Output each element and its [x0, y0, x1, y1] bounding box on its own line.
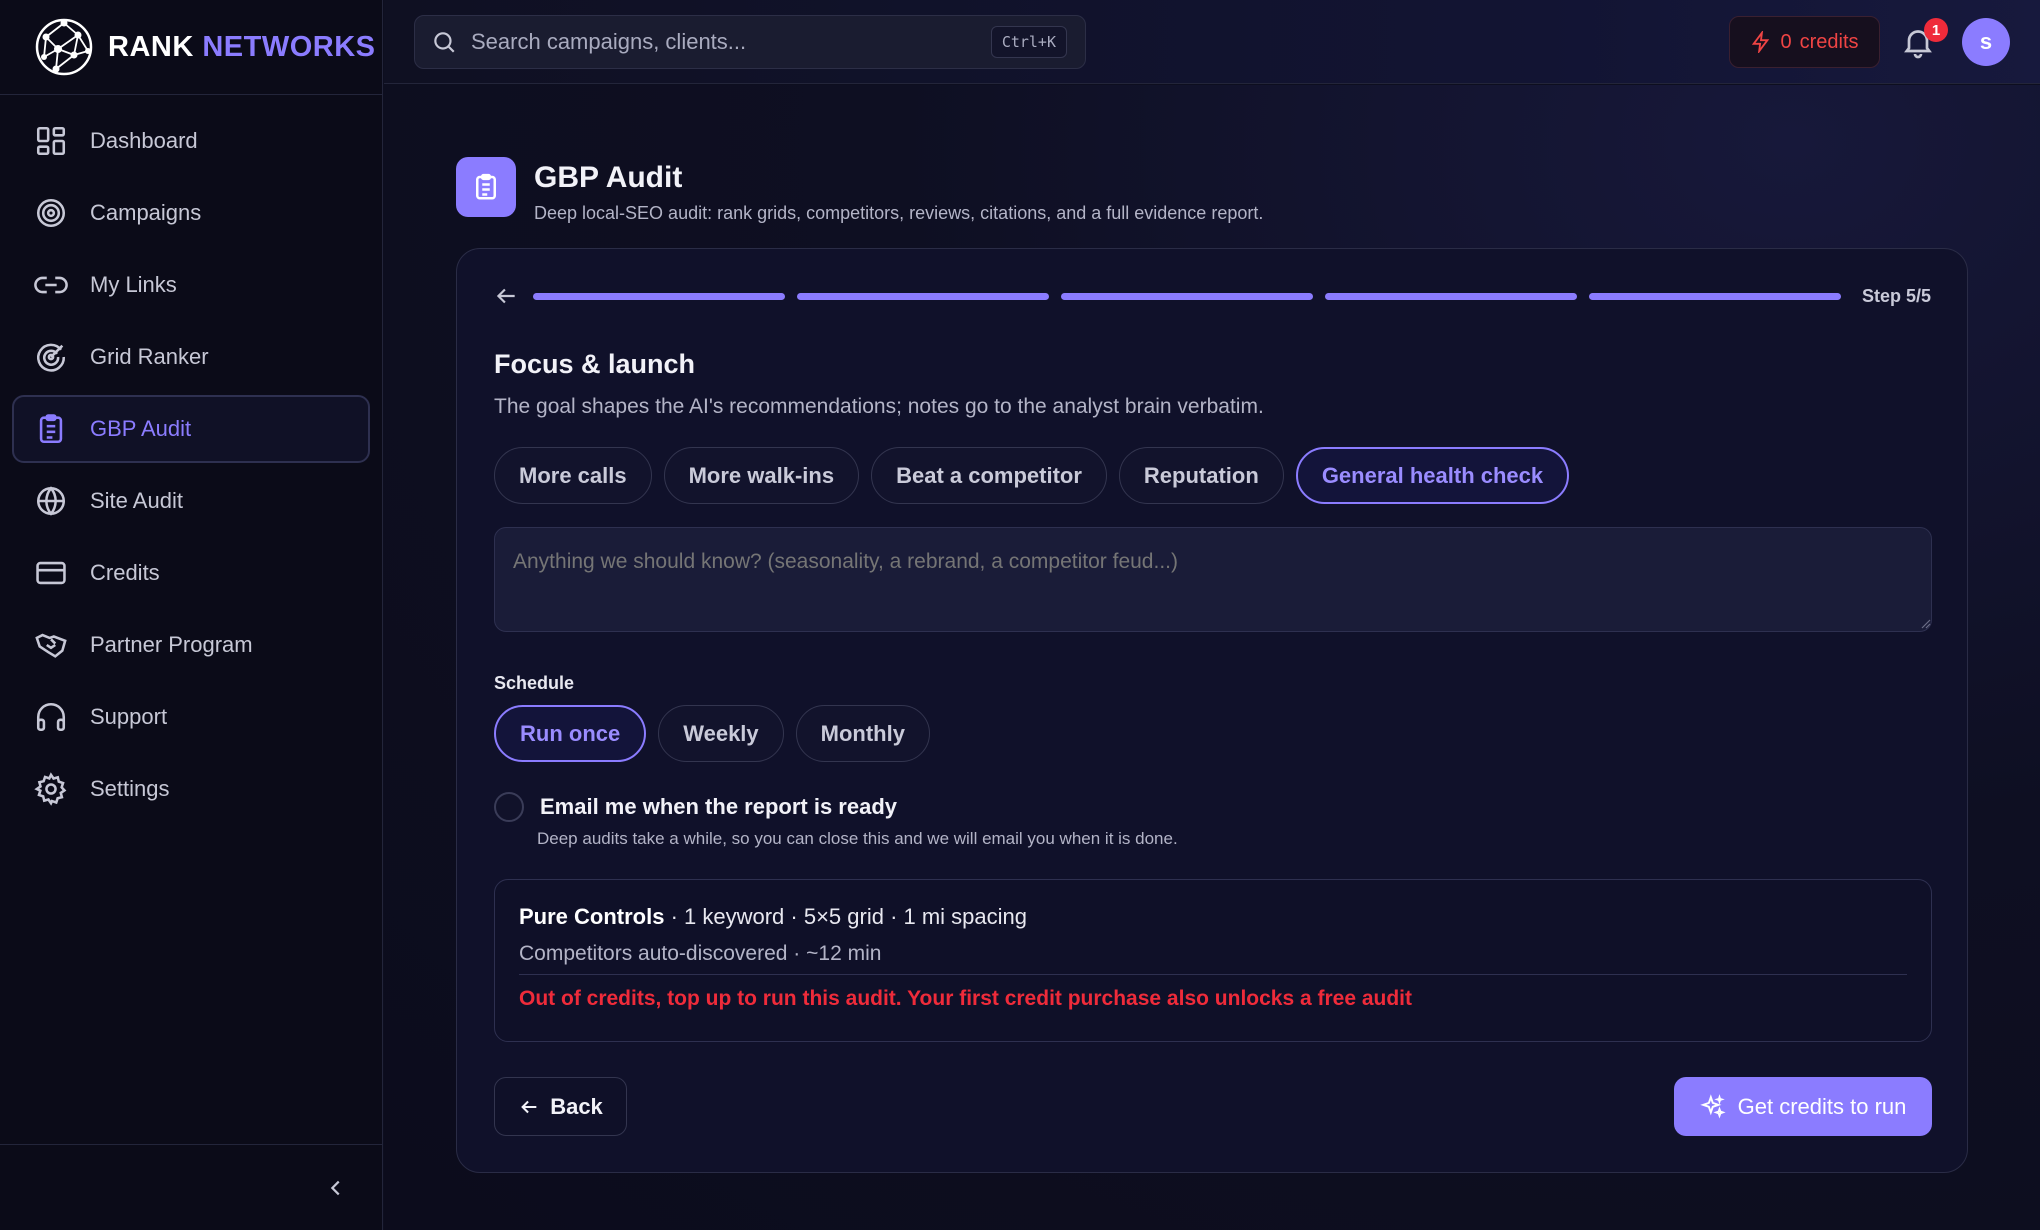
- main-content: GBP Audit Deep local-SEO audit: rank gri…: [384, 85, 2040, 1230]
- wizard-description: The goal shapes the AI's recommendations…: [494, 395, 1264, 418]
- sidebar-item-credits[interactable]: Credits: [12, 539, 370, 607]
- credits-label: credits: [1799, 30, 1859, 53]
- lightning-icon: [1752, 31, 1770, 53]
- get-credits-button[interactable]: Get credits to run: [1674, 1077, 1932, 1136]
- email-toggle-row[interactable]: Email me when the report is ready: [494, 792, 897, 822]
- sidebar-item-campaigns[interactable]: Campaigns: [12, 179, 370, 247]
- schedule-run-once[interactable]: Run once: [494, 705, 647, 762]
- sparkles-icon: [1699, 1093, 1726, 1119]
- progress-bars: [533, 292, 1841, 300]
- schedule-weekly[interactable]: Weekly: [658, 705, 784, 762]
- network-logo-icon: [35, 18, 93, 76]
- goal-more-walk-ins[interactable]: More walk-ins: [663, 447, 860, 504]
- wizard-progress: Step 5/5: [493, 285, 1931, 307]
- keyboard-shortcut: Ctrl+K: [990, 26, 1067, 58]
- sidebar-item-support[interactable]: Support: [12, 683, 370, 751]
- dashboard-icon: [36, 126, 66, 156]
- brand[interactable]: RANK NETWORKS: [0, 0, 382, 95]
- sidebar-item-label: Partner Program: [90, 632, 253, 657]
- sidebar-item-partner-program[interactable]: Partner Program: [12, 611, 370, 679]
- email-label: Email me when the report is ready: [540, 794, 898, 819]
- sidebar-item-label: Site Audit: [90, 488, 183, 513]
- cta-label: Get credits to run: [1737, 1093, 1907, 1119]
- sidebar-item-label: Grid Ranker: [90, 344, 209, 369]
- sidebar-item-grid-ranker[interactable]: Grid Ranker: [12, 323, 370, 391]
- sidebar-item-label: Dashboard: [90, 128, 198, 153]
- progress-segment: [533, 292, 785, 300]
- radar-icon: [36, 343, 66, 372]
- notification-badge: 1: [1924, 18, 1948, 42]
- back-button[interactable]: Back: [494, 1077, 627, 1136]
- step-indicator: Step 5/5: [1861, 285, 1931, 306]
- sidebar-item-label: My Links: [90, 272, 177, 297]
- notes-textarea[interactable]: [494, 527, 1932, 632]
- chevron-left-icon: [330, 1180, 340, 1196]
- brand-word-rank: RANK: [108, 30, 194, 63]
- wizard-heading: Focus & launch: [494, 349, 696, 379]
- resize-handle-icon[interactable]: [1921, 619, 1931, 629]
- sidebar-item-label: Settings: [90, 776, 170, 801]
- progress-segment: [797, 292, 1049, 300]
- sidebar-item-label: Campaigns: [90, 200, 202, 225]
- credits-button[interactable]: 0 credits: [1729, 16, 1880, 68]
- collapse-sidebar-button[interactable]: [319, 1171, 353, 1205]
- search-icon: [434, 32, 455, 53]
- goal-general-health-check[interactable]: General health check: [1295, 447, 1570, 504]
- back-label: Back: [550, 1093, 603, 1119]
- schedule-label: Schedule: [494, 673, 575, 693]
- brand-word-networks: NETWORKS: [202, 30, 376, 63]
- gear-icon: [34, 772, 67, 806]
- clipboard-icon: [39, 414, 63, 444]
- sidebar-item-settings[interactable]: Settings: [12, 755, 370, 823]
- summary-line-2: Competitors auto-discovered · ~12 min: [519, 942, 1907, 975]
- progress-segment: [1061, 292, 1313, 300]
- sidebar-item-my-links[interactable]: My Links: [12, 251, 370, 319]
- headphones-icon: [36, 702, 66, 732]
- progress-segment: [1325, 292, 1577, 300]
- goal-reputation[interactable]: Reputation: [1118, 447, 1284, 504]
- arrow-left-icon: [521, 1100, 537, 1113]
- credit-card-icon: [36, 561, 66, 585]
- link-icon: [34, 276, 68, 294]
- client-name: Pure Controls: [519, 904, 665, 929]
- sidebar-item-gbp-audit[interactable]: GBP Audit: [12, 395, 370, 463]
- clipboard-icon: [476, 173, 496, 200]
- brand-name: RANK NETWORKS: [108, 31, 376, 64]
- progress-segment: [1589, 292, 1841, 300]
- search-input[interactable]: Search campaigns, clients... Ctrl+K: [414, 15, 1086, 69]
- schedule-options: Run once Weekly Monthly: [494, 705, 930, 762]
- page-icon: [456, 157, 516, 217]
- avatar[interactable]: s: [1962, 18, 2010, 66]
- sidebar-item-label: Support: [90, 704, 168, 729]
- summary-line-1: Pure Controls · 1 keyword · 5×5 grid · 1…: [519, 904, 1907, 930]
- globe-icon: [36, 486, 66, 516]
- audit-summary: Pure Controls · 1 keyword · 5×5 grid · 1…: [494, 879, 1932, 1042]
- sidebar-item-label: Credits: [90, 560, 160, 585]
- credits-warning: Out of credits, top up to run this audit…: [519, 987, 1413, 1010]
- goal-beat-competitor[interactable]: Beat a competitor: [871, 447, 1107, 504]
- page-subtitle: Deep local-SEO audit: rank grids, compet…: [534, 203, 1264, 223]
- goal-more-calls[interactable]: More calls: [494, 447, 652, 504]
- sidebar-item-site-audit[interactable]: Site Audit: [12, 467, 370, 535]
- email-checkbox[interactable]: [494, 792, 524, 822]
- page-title: GBP Audit: [534, 161, 683, 194]
- sidebar: RANK NETWORKS Dashboard Campaigns My Lin…: [0, 0, 383, 1230]
- credits-count: 0: [1780, 30, 1792, 53]
- arrow-left-icon[interactable]: [493, 283, 519, 309]
- sidebar-nav: Dashboard Campaigns My Links Grid Ranker…: [0, 95, 382, 823]
- summary-details: · 1 keyword · 5×5 grid · 1 mi spacing: [664, 904, 1028, 929]
- search-placeholder: Search campaigns, clients...: [471, 29, 747, 54]
- target-icon: [36, 198, 66, 228]
- sidebar-item-dashboard[interactable]: Dashboard: [12, 107, 370, 175]
- topbar: Search campaigns, clients... Ctrl+K 0 cr…: [384, 0, 2040, 84]
- goal-options: More calls More walk-ins Beat a competit…: [494, 447, 1570, 504]
- sidebar-item-label: GBP Audit: [90, 416, 192, 441]
- sidebar-footer: [0, 1144, 383, 1230]
- handshake-icon: [35, 633, 67, 658]
- notifications-button[interactable]: 1: [1900, 18, 1948, 64]
- page-header: GBP Audit Deep local-SEO audit: rank gri…: [456, 157, 1263, 224]
- schedule-monthly[interactable]: Monthly: [795, 705, 930, 762]
- wizard-card: Step 5/5 Focus & launch The goal shapes …: [456, 248, 1968, 1173]
- email-hint: Deep audits take a while, so you can clo…: [537, 829, 1178, 848]
